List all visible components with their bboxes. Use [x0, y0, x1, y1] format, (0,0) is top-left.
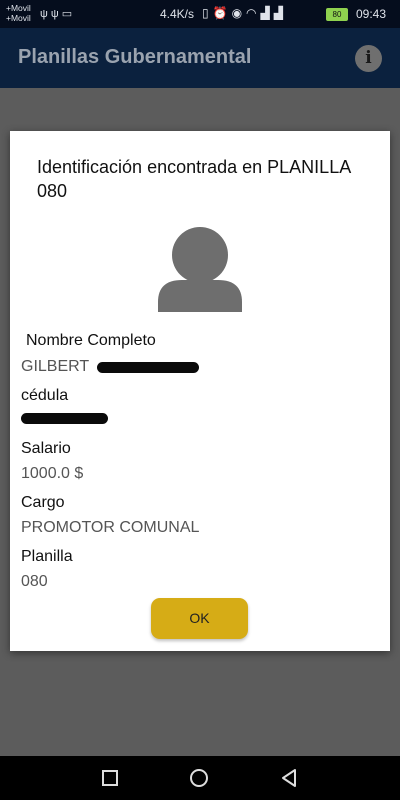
wifi-icon: ◠ — [246, 6, 261, 20]
notification-icons: ψψ▭ — [40, 7, 75, 20]
eye-icon: ◉ — [231, 6, 247, 20]
redaction-bar — [21, 413, 108, 424]
clock: 09:43 — [356, 7, 387, 21]
screen-icon: ▭ — [61, 8, 76, 20]
usb-icon: ψ — [50, 8, 62, 20]
recent-apps-icon[interactable] — [101, 769, 119, 787]
identification-dialog: Identificación encontrada en PLANILLA 08… — [10, 131, 390, 651]
redaction-bar — [97, 362, 199, 373]
battery-icon: 80 — [326, 8, 348, 21]
signal-icon: ▟ — [260, 6, 274, 20]
info-icon[interactable]: i — [355, 45, 382, 72]
back-icon[interactable] — [280, 768, 298, 788]
full-name-value: GILBERT — [21, 358, 90, 375]
payroll-label: Planilla — [21, 548, 73, 565]
vibrate-icon: ▯ — [202, 6, 213, 20]
app-title: Planillas Gubernamental — [18, 46, 252, 68]
usb-icon: ψ — [40, 8, 51, 20]
salary-label: Salario — [21, 440, 71, 457]
position-value: PROMOTOR COMUNAL — [21, 519, 200, 536]
home-icon[interactable] — [189, 768, 209, 788]
user-avatar-icon — [158, 227, 242, 312]
app-bar: Planillas Gubernamental i — [0, 28, 400, 88]
carrier-1: +Movil — [6, 3, 31, 13]
alarm-icon: ⏰ — [212, 6, 232, 20]
dialog-title: Identificación encontrada en PLANILLA 08… — [37, 157, 351, 201]
carrier-labels: +Movil +Movil — [6, 3, 31, 23]
network-speed: 4.4K/s — [160, 7, 195, 21]
navigation-bar — [0, 756, 400, 800]
carrier-2: +Movil — [6, 13, 31, 23]
cedula-label: cédula — [21, 387, 69, 404]
signal-icon: ▟ — [273, 6, 287, 20]
position-label: Cargo — [21, 494, 65, 511]
system-icons: ▯⏰◉◠▟▟ — [202, 6, 287, 20]
salary-value: 1000.0 $ — [21, 465, 84, 482]
full-name-label: Nombre Completo — [26, 332, 156, 349]
payroll-value: 080 — [21, 573, 48, 590]
status-bar: +Movil +Movil ψψ▭ 4.4K/s ▯⏰◉◠▟▟ 80 09:43 — [0, 0, 400, 28]
ok-button[interactable]: OK — [151, 598, 248, 639]
